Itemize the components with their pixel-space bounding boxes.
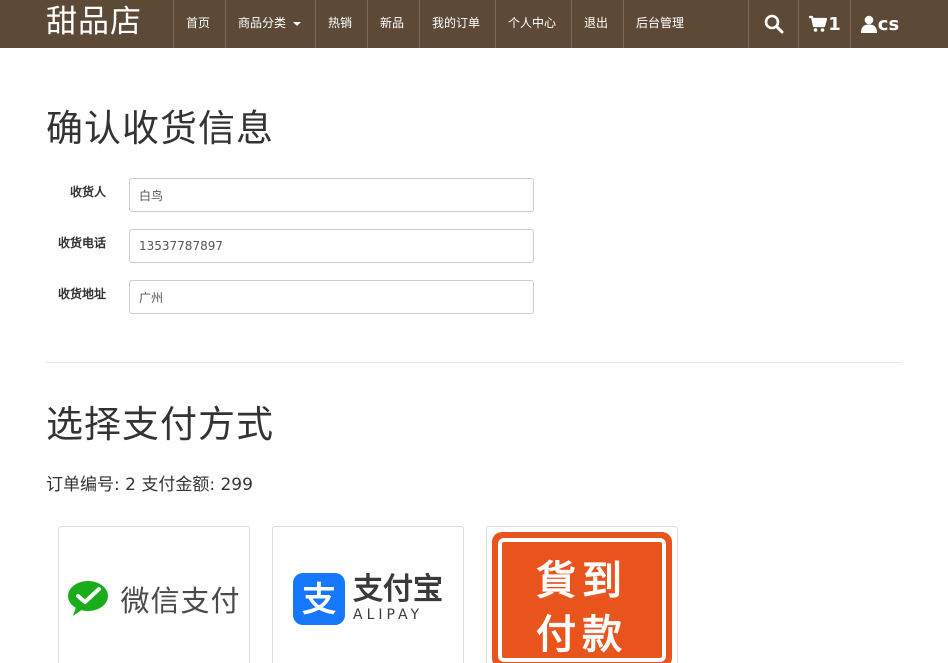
nav-hot[interactable]: 热销 [315, 0, 364, 48]
nav-my-orders[interactable]: 我的订单 [419, 0, 492, 48]
receiver-input[interactable] [129, 178, 534, 212]
username-label: cs [877, 13, 900, 35]
svg-text:支: 支 [302, 580, 336, 620]
alipay-subtitle: ALIPAY [353, 607, 424, 623]
cart-icon [809, 15, 828, 32]
wechat-pay-option[interactable]: 微信支付 [58, 526, 250, 663]
receiver-label: 收货人 [69, 185, 106, 199]
cart-button[interactable]: 1 [798, 0, 850, 48]
alipay-option[interactable]: 支 支付宝 ALIPAY [272, 526, 464, 663]
phone-label: 收货电话 [57, 236, 106, 250]
brand-logo[interactable]: 甜品店 [46, 0, 142, 48]
wechat-pay-label: 微信支付 [120, 584, 241, 618]
nav-logout[interactable]: 退出 [571, 0, 620, 48]
nav-new[interactable]: 新品 [367, 0, 416, 48]
cash-on-delivery-option[interactable]: 貨到 付款 [486, 526, 678, 663]
phone-input[interactable] [129, 229, 534, 263]
nav-profile[interactable]: 个人中心 [495, 0, 568, 48]
search-icon [764, 14, 783, 34]
alipay-label: 支付宝 [353, 572, 443, 607]
wechat-pay-icon [68, 581, 109, 616]
user-menu-button[interactable]: cs [850, 0, 908, 48]
address-label: 收货地址 [57, 287, 106, 301]
cod-label-line1: 貨到 [536, 558, 628, 604]
payment-section-title: 选择支付方式 [46, 403, 274, 446]
address-input[interactable] [129, 280, 534, 314]
caret-down-icon [293, 21, 302, 26]
nav-category-label: 商品分类 [238, 16, 287, 30]
nav-category-dropdown[interactable]: 商品分类 [225, 0, 313, 48]
top-navbar: 甜品店 首页 商品分类 热销 新品 我的订单 个人中心 退出 后台管理 1 cs [0, 0, 948, 48]
order-summary-text: 订单编号: 2 支付金额: 299 [46, 475, 253, 495]
nav-home[interactable]: 首页 [173, 0, 222, 48]
cart-count-badge: 1 [828, 13, 841, 35]
user-icon [860, 15, 877, 33]
shipping-section-title: 确认收货信息 [46, 107, 274, 150]
search-button[interactable] [748, 0, 798, 48]
nav-admin[interactable]: 后台管理 [623, 0, 696, 48]
cod-label-line2: 付款 [536, 612, 628, 658]
cash-on-delivery-icon: 貨到 付款 [492, 532, 672, 663]
section-divider [46, 362, 902, 363]
alipay-icon: 支 [293, 573, 345, 625]
